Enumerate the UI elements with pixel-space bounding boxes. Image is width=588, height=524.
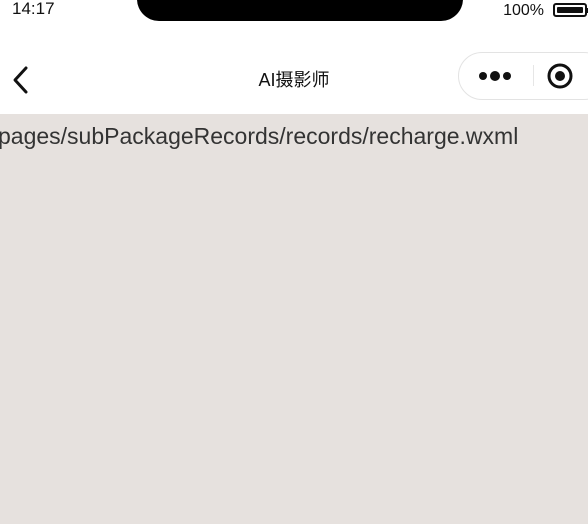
more-dots-icon xyxy=(479,70,511,81)
page-content: pages/subPackageRecords/records/recharge… xyxy=(0,114,588,524)
status-bar: 14:17 100% xyxy=(0,0,588,30)
target-circle-icon xyxy=(547,63,573,88)
battery-icon xyxy=(553,3,587,17)
more-button[interactable] xyxy=(459,53,533,98)
page-path-text: pages/subPackageRecords/records/recharge… xyxy=(0,123,519,149)
capsule-divider xyxy=(533,65,534,86)
mini-program-capsule xyxy=(458,52,588,100)
navigation-bar: AI摄影师 xyxy=(0,30,588,114)
close-mini-program-button[interactable] xyxy=(538,53,582,98)
status-time: 14:17 xyxy=(12,0,55,18)
battery-fill xyxy=(557,7,583,13)
battery-percent: 100% xyxy=(503,2,544,19)
device-notch xyxy=(137,0,463,21)
